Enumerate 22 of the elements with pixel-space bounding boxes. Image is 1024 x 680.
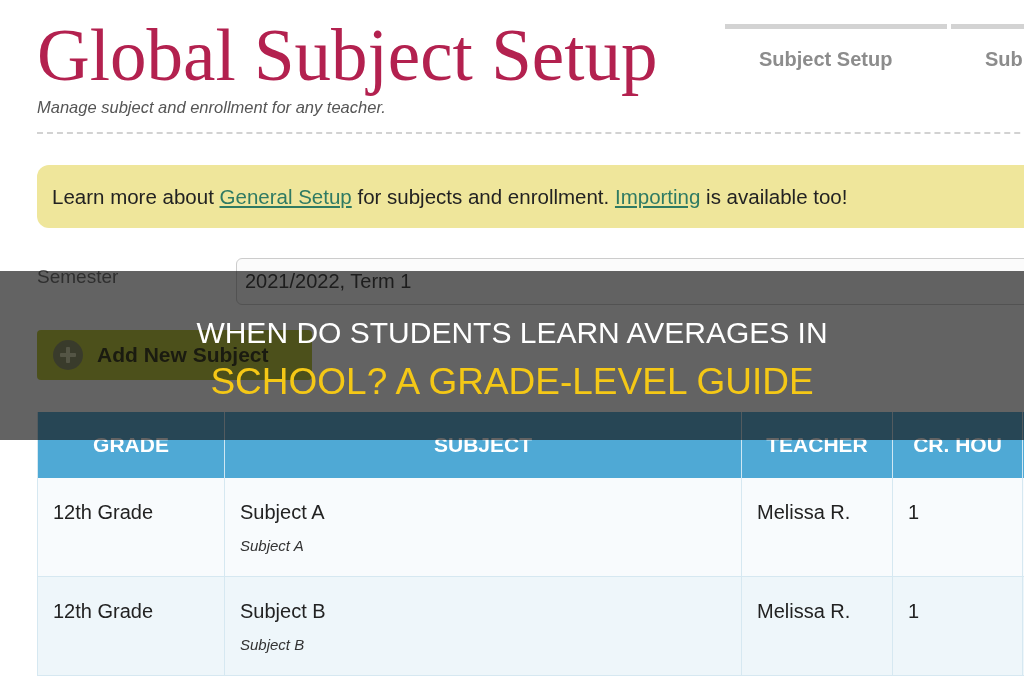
subject-name: Subject A: [240, 500, 325, 524]
teacher-cell: Melissa R.: [757, 599, 851, 623]
teacher-cell: Melissa R.: [757, 500, 851, 524]
column-header: CR. HOU: [913, 433, 1002, 457]
notice-text: Learn more about General Setup for subjects and enrollment. Importing is available too!: [52, 183, 848, 210]
credit-hours-cell: 1: [908, 599, 920, 623]
grade-cell: 12th Grade: [53, 500, 154, 524]
tab[interactable]: Subject Setup: [725, 24, 947, 132]
tab[interactable]: Sub: [951, 24, 1024, 132]
subject-name: Subject B: [240, 599, 326, 623]
column-header: TEACHER: [766, 433, 868, 457]
column-header: GRADE: [93, 433, 169, 457]
notice-link[interactable]: Importing: [614, 184, 701, 208]
page-subtitle: Manage subject and enrollment for any teacher.: [37, 97, 386, 117]
plus-circle-icon: [53, 340, 83, 370]
credit-hours-cell: 1: [908, 500, 920, 524]
column-header: SUBJECT: [434, 433, 532, 457]
grade-cell: 12th Grade: [53, 599, 154, 623]
subject-note: Subject A: [240, 536, 304, 556]
notice-link[interactable]: General Setup: [219, 184, 352, 208]
subject-note: Subject B: [240, 635, 305, 655]
semester-select[interactable]: 2021/2022, Term 1: [236, 258, 1024, 305]
